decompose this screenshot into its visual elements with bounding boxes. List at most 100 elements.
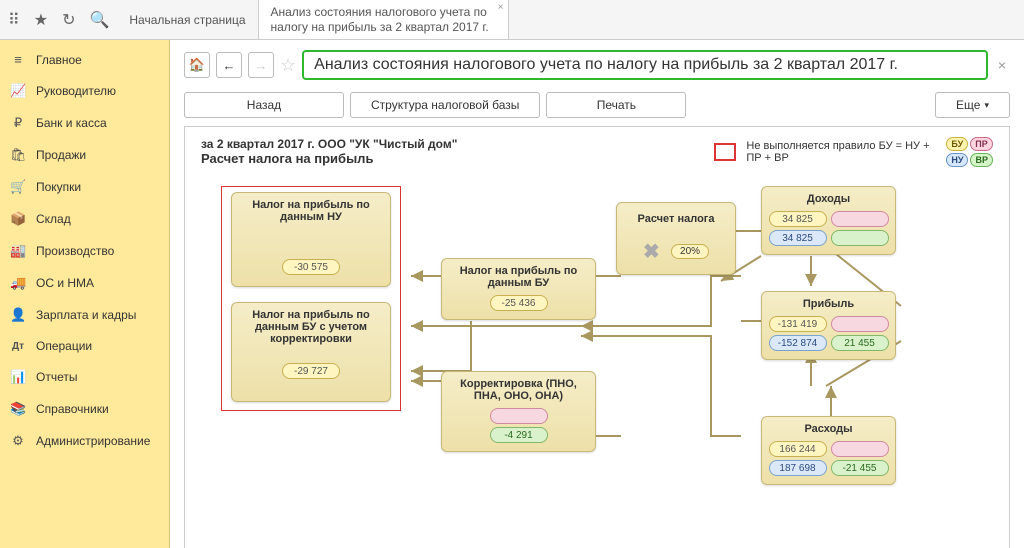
value-expense-nu: 187 698 [769, 460, 827, 476]
tab-label: Начальная страница [129, 13, 245, 27]
badge-vr: ВР [970, 153, 993, 167]
tab-label: Анализ состояния налогового учета по нал… [271, 5, 496, 34]
period-org: за 2 квартал 2017 г. ООО "УК "Чистый дом… [201, 137, 457, 151]
node-title: Налог на прибыль по данным БУ с учетом к… [240, 309, 382, 345]
legend-fail-icon [714, 143, 736, 161]
value-income-pr [831, 211, 889, 227]
node-calc[interactable]: Расчет налога ✖ 20% [616, 202, 736, 275]
diagram: Налог на прибыль по данным НУ -30 575 На… [201, 186, 993, 546]
nav-reports[interactable]: 📊Отчеты [0, 361, 169, 393]
nav-label: Зарплата и кадры [36, 308, 136, 322]
node-profit[interactable]: Прибыль -131 419 -152 87421 455 [761, 291, 896, 360]
chart-icon: 📈 [10, 83, 26, 99]
nav-sales[interactable]: 🛍 Продажи [0, 139, 169, 171]
topbar-icons: ⠿ ★ ↻ 🔍 [0, 0, 117, 39]
bars-icon: 📊 [10, 369, 26, 385]
node-expense[interactable]: Расходы 166 244 187 698-21 455 [761, 416, 896, 485]
nav-manager[interactable]: 📈 Руководителю [0, 75, 169, 107]
value-expense-pr [831, 441, 889, 457]
legend-badges: БУПР НУВР [946, 137, 993, 167]
close-icon[interactable]: × [994, 57, 1010, 73]
more-label: Еще [956, 98, 980, 112]
nav-label: Операции [36, 339, 92, 353]
bag-icon: 🛍 [10, 147, 26, 163]
nav-label: Справочники [36, 402, 109, 416]
node-title: Налог на прибыль по данным НУ [240, 199, 382, 223]
nav-warehouse[interactable]: 📦 Склад [0, 203, 169, 235]
node-tax-nu[interactable]: Налог на прибыль по данным НУ -30 575 [231, 192, 391, 287]
value-income-bu: 34 825 [769, 211, 827, 227]
node-title: Корректировка (ПНО, ПНА, ОНО, ОНА) [450, 378, 587, 402]
nav-assets[interactable]: 🚚ОС и НМА [0, 267, 169, 299]
nav-salary[interactable]: 👤 Зарплата и кадры [0, 299, 169, 331]
node-title: Прибыль [770, 298, 887, 310]
node-tax-bu-corr[interactable]: Налог на прибыль по данным БУ с учетом к… [231, 302, 391, 402]
value-income-nu: 34 825 [769, 230, 827, 246]
legend-text: Не выполняется правило БУ = НУ + ПР + ВР [746, 140, 936, 164]
truck-icon: 🚚 [10, 275, 26, 291]
nav-main[interactable]: ≡Главное [0, 44, 169, 75]
page-title: Анализ состояния налогового учета по нал… [302, 50, 988, 80]
nav-back-button[interactable]: Назад [184, 92, 344, 118]
factory-icon: 🏭 [10, 243, 26, 259]
content: 🏠 ← → ☆ Анализ состояния налогового учет… [170, 40, 1024, 548]
value-profit-vr: 21 455 [831, 335, 889, 351]
search-icon[interactable]: 🔍 [89, 10, 109, 30]
nav-label: Продажи [36, 148, 86, 162]
back-button[interactable]: ← [216, 52, 242, 78]
nav-bank[interactable]: ₽Банк и касса [0, 107, 169, 139]
nav-label: Руководителю [36, 84, 116, 98]
home-button[interactable]: 🏠 [184, 52, 210, 78]
forward-button[interactable]: → [248, 52, 274, 78]
report-title: Расчет налога на прибыль [201, 151, 457, 166]
value-bu-corr: -29 727 [282, 363, 340, 379]
node-title: Расходы [770, 423, 887, 435]
nav-label: Администрирование [36, 434, 150, 448]
close-icon[interactable]: × [498, 2, 504, 14]
nav-catalog[interactable]: 📚 Справочники [0, 393, 169, 425]
value-expense-vr: -21 455 [831, 460, 889, 476]
node-title: Налог на прибыль по данным БУ [450, 265, 587, 289]
badge-pr: ПР [970, 137, 992, 151]
books-icon: 📚 [10, 401, 26, 417]
nav-label: Главное [36, 53, 82, 67]
value-income-vr [831, 230, 889, 246]
value-expense-bu: 166 244 [769, 441, 827, 457]
dt-icon: Дт [10, 341, 26, 352]
value-profit-pr [831, 316, 889, 332]
nav-admin[interactable]: ⚙ Администрирование [0, 425, 169, 457]
nav-label: Склад [36, 212, 71, 226]
history-icon[interactable]: ↻ [62, 10, 75, 30]
node-correction[interactable]: Корректировка (ПНО, ПНА, ОНО, ОНА) -4 29… [441, 371, 596, 452]
apps-icon[interactable]: ⠿ [8, 10, 20, 30]
node-title: Доходы [770, 193, 887, 205]
value-profit-nu: -152 874 [769, 335, 827, 351]
value-corr: -4 291 [490, 427, 548, 443]
cart-icon: 🛒 [10, 179, 26, 195]
tab-report[interactable]: Анализ состояния налогового учета по нал… [259, 0, 509, 39]
star-icon[interactable]: ★ [34, 10, 48, 30]
value-pct: 20% [671, 244, 709, 259]
person-icon: 👤 [10, 307, 26, 323]
sidebar: ≡Главное 📈 Руководителю ₽Банк и касса 🛍 Пр… [0, 40, 170, 548]
structure-button[interactable]: Структура налоговой базы [350, 92, 540, 118]
node-income[interactable]: Доходы 34 825 34 825 [761, 186, 896, 255]
node-title: Расчет налога [627, 213, 725, 225]
badge-bu: БУ [946, 137, 968, 151]
nav-label: Производство [36, 244, 114, 258]
more-button[interactable]: Еще ▾ [935, 92, 1010, 118]
topbar: ⠿ ★ ↻ 🔍 Начальная страница Анализ состоя… [0, 0, 1024, 40]
nav-production[interactable]: 🏭 Производство [0, 235, 169, 267]
favorite-icon[interactable]: ☆ [280, 55, 296, 76]
node-tax-bu[interactable]: Налог на прибыль по данным БУ -25 436 [441, 258, 596, 320]
box-icon: 📦 [10, 211, 26, 227]
badge-nu: НУ [946, 153, 968, 167]
gear-icon: ⚙ [10, 433, 26, 449]
nav-purchases[interactable]: 🛒Покупки [0, 171, 169, 203]
value-bu: -25 436 [490, 295, 548, 311]
multiply-icon: ✖ [643, 239, 660, 264]
value-corr-pr [490, 408, 548, 424]
tab-home[interactable]: Начальная страница [117, 0, 258, 39]
print-button[interactable]: Печать [546, 92, 686, 118]
nav-operations[interactable]: Дт Операции [0, 331, 169, 361]
